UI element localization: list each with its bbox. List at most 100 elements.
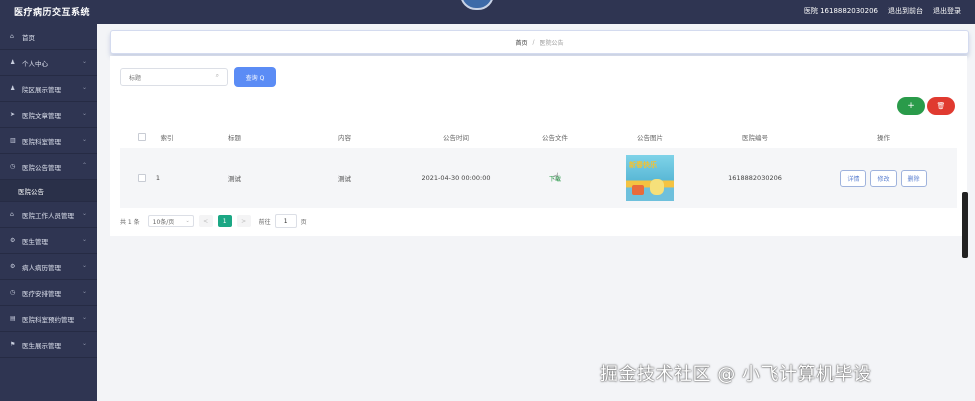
chevron-down-icon: ⌄: [81, 340, 87, 347]
select-all-checkbox[interactable]: [132, 126, 152, 148]
sidebar-item-label: 医生展示管理: [22, 341, 61, 350]
sidebar-item-label: 医院科室管理: [22, 137, 61, 146]
header-title: 标题: [228, 134, 241, 142]
table-header: 索引 标题 内容 公告时间 公告文件 公告图片 医院编号 操作: [120, 126, 957, 149]
chevron-down-icon: ⌄: [81, 84, 87, 91]
query-button[interactable]: 查询 Q: [234, 67, 276, 87]
goto-page-input[interactable]: 1: [274, 214, 297, 228]
scrollbar[interactable]: [962, 192, 968, 258]
sidebar-item-campus-display[interactable]: ♟ 院区展示管理 ⌄: [0, 76, 97, 102]
home-icon: ⌂: [10, 33, 14, 40]
user-icon: ♟: [10, 59, 16, 66]
logout-link[interactable]: 退出登录: [933, 6, 961, 16]
page-size-select[interactable]: 10条/页 ⌄: [147, 215, 194, 227]
watermark: 掘金技术社区 @ 小飞计算机毕设: [600, 364, 872, 385]
chevron-down-icon: ⌄: [81, 288, 87, 295]
main-panel: ⌕ 查询 Q + 🗑 索引 标题 内容 公告时间 公告文件 公告图片 医院编号 …: [110, 56, 967, 236]
header-hospital-no: 医院编号: [742, 134, 768, 142]
sidebar-item-label: 医生管理: [22, 237, 48, 246]
prev-page-button[interactable]: <: [198, 215, 213, 227]
sidebar-item-appointments[interactable]: ▤ 医院科室预约管理 ⌄: [0, 306, 97, 332]
search-icon: ⌕: [215, 72, 219, 79]
sidebar-item-label: 院区展示管理: [22, 85, 61, 94]
pagination: 共 1 条 10条/页 ⌄ < 1 > 前往 1 页: [120, 214, 307, 228]
header-actions: 医院 1618882030206 退出到前台 退出登录: [804, 6, 961, 16]
sidebar-item-label: 医院工作人员管理: [22, 211, 74, 220]
sidebar: ⌂ 首页 ♟ 个人中心 ⌄ ♟ 院区展示管理 ⌄ ➤ 医院文章管理 ⌄ ▥ 医院…: [0, 24, 97, 401]
sidebar-item-label: 医疗安排管理: [22, 289, 61, 298]
chevron-up-icon: ⌃: [81, 162, 87, 169]
chevron-down-icon: ⌄: [185, 218, 190, 224]
user-icon: ♟: [10, 85, 16, 92]
clock-icon: ◷: [10, 289, 16, 296]
chevron-down-icon: ⌄: [81, 136, 87, 143]
sidebar-item-departments[interactable]: ▥ 医院科室管理 ⌄: [0, 128, 97, 154]
sidebar-item-label: 病人病历管理: [22, 263, 61, 272]
sidebar-item-announcements[interactable]: ◷ 医院公告管理 ⌃: [0, 154, 97, 180]
list-icon: ▤: [10, 315, 16, 322]
top-bar: 医疗病历交互系统 医院 1618882030206 退出到前台 退出登录: [0, 0, 975, 24]
file-download-link[interactable]: 下载 ☝: [549, 171, 561, 183]
total-count: 共 1 条: [120, 218, 140, 226]
row-content: 测试: [338, 175, 351, 183]
breadcrumb-separator: /: [532, 38, 535, 46]
next-page-button[interactable]: >: [236, 215, 251, 227]
goto-suffix: 页: [300, 218, 307, 226]
clock-icon: ◷: [10, 163, 16, 170]
search-field[interactable]: ⌕: [120, 68, 228, 86]
page-1-button[interactable]: 1: [217, 215, 232, 227]
chevron-down-icon: ⌄: [81, 314, 87, 321]
trash-icon: 🗑: [936, 102, 946, 110]
row-title: 测试: [228, 175, 241, 183]
row-checkbox[interactable]: [132, 148, 152, 208]
sidebar-item-doctor-display[interactable]: ⚑ 医生展示管理 ⌄: [0, 332, 97, 358]
chevron-down-icon: ⌄: [81, 236, 87, 243]
header-index: 索引: [160, 134, 174, 142]
header-image: 公告图片: [637, 134, 663, 142]
delete-button[interactable]: 删除: [900, 169, 927, 187]
detail-button[interactable]: 详情: [840, 169, 867, 187]
user-label: 医院 1618882030206: [803, 7, 878, 15]
table-row: 1 测试 测试 2021-04-30 00:00:00 下载 ☝ 新春快乐 161…: [120, 148, 957, 208]
sidebar-item-label: 医院文章管理: [22, 111, 61, 120]
send-icon: ➤: [10, 111, 16, 118]
back-to-front-link[interactable]: 退出到前台: [888, 6, 923, 16]
chevron-down-icon: ⌄: [81, 262, 87, 269]
add-button[interactable]: +: [897, 97, 925, 115]
sidebar-item-schedule[interactable]: ◷ 医疗安排管理 ⌄: [0, 280, 97, 306]
row-index: 1: [155, 174, 161, 182]
flag-icon: ⚑: [10, 341, 16, 348]
sidebar-item-label: 首页: [22, 33, 35, 42]
row-file: 下载 ☝: [510, 148, 600, 208]
header-actions: 操作: [877, 134, 890, 142]
edit-button[interactable]: 修改: [870, 169, 897, 187]
sidebar-item-doctors[interactable]: ⚙ 医生管理 ⌄: [0, 228, 97, 254]
app-title: 医疗病历交互系统: [14, 8, 91, 18]
header-content: 内容: [338, 134, 351, 142]
hand-cursor-icon: ☝: [552, 171, 560, 183]
header-file: 公告文件: [542, 134, 568, 142]
search-input[interactable]: [127, 70, 211, 86]
announcement-image[interactable]: 新春快乐: [626, 155, 674, 201]
poster-text: 新春快乐: [629, 161, 657, 169]
sidebar-item-staff[interactable]: ⌂ 医院工作人员管理 ⌄: [0, 202, 97, 228]
sidebar-subitem-announcement[interactable]: 医院公告: [0, 180, 97, 202]
sidebar-item-medical-records[interactable]: ⚙ 病人病历管理 ⌄: [0, 254, 97, 280]
header-time: 公告时间: [443, 134, 469, 142]
breadcrumb: 首页 / 医院公告: [110, 30, 969, 54]
batch-delete-button[interactable]: 🗑: [927, 97, 955, 115]
sidebar-item-home[interactable]: ⌂ 首页: [0, 24, 97, 50]
row-actions: 详情 修改 删除: [810, 148, 957, 208]
gear-icon: ⚙: [10, 237, 16, 244]
breadcrumb-home[interactable]: 首页: [515, 38, 527, 47]
row-image: 新春快乐: [600, 148, 700, 208]
sidebar-item-personal-center[interactable]: ♟ 个人中心 ⌄: [0, 50, 97, 76]
sidebar-item-label: 个人中心: [22, 59, 48, 68]
plus-icon: +: [907, 101, 915, 111]
bank-icon: ⌂: [10, 211, 14, 218]
row-time: 2021-04-30 00:00:00: [421, 174, 491, 182]
bar-chart-icon: ▥: [10, 137, 16, 144]
breadcrumb-current: 医院公告: [539, 39, 564, 47]
sidebar-item-label: 医院科室预约管理: [22, 315, 74, 324]
sidebar-item-articles[interactable]: ➤ 医院文章管理 ⌄: [0, 102, 97, 128]
